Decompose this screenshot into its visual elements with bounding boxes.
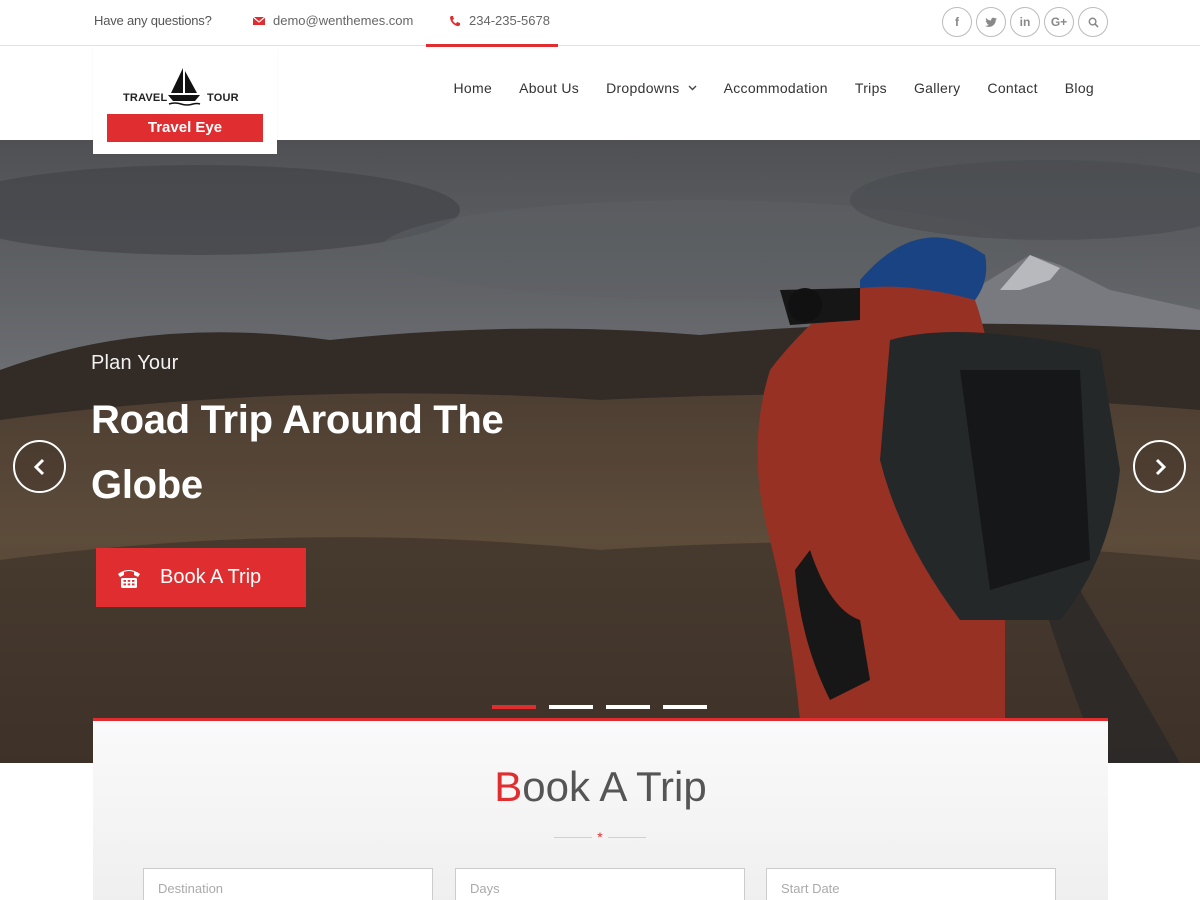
nav-item-trips[interactable]: Trips bbox=[855, 80, 887, 96]
destination-input[interactable] bbox=[143, 868, 433, 900]
site-header: TRAVEL TOUR Travel Eye Home About Us Dro… bbox=[0, 47, 1200, 154]
search-icon[interactable] bbox=[1078, 7, 1108, 37]
chevron-down-icon bbox=[688, 85, 697, 91]
nav-item-home[interactable]: Home bbox=[454, 80, 493, 96]
nav-item-blog[interactable]: Blog bbox=[1065, 80, 1094, 96]
sailboat-icon bbox=[168, 68, 201, 106]
site-logo[interactable]: TRAVEL TOUR Travel Eye bbox=[93, 47, 277, 154]
top-bar: Have any questions? demo@wenthemes.com 2… bbox=[0, 0, 1200, 47]
nav-item-about-us[interactable]: About Us bbox=[519, 80, 579, 96]
envelope-icon bbox=[253, 15, 265, 27]
hero-subtitle: Plan Your bbox=[91, 352, 179, 374]
main-navigation: Home About Us Dropdowns Accommodation Tr… bbox=[454, 80, 1094, 96]
slider-next-button[interactable] bbox=[1133, 440, 1186, 493]
nav-item-gallery[interactable]: Gallery bbox=[914, 80, 960, 96]
slider-dot-4[interactable] bbox=[663, 705, 707, 709]
facebook-icon[interactable]: f bbox=[942, 7, 972, 37]
logo-site-name: Travel Eye bbox=[107, 114, 263, 142]
twitter-icon[interactable] bbox=[976, 7, 1006, 37]
phone-contact[interactable]: 234-235-5678 bbox=[449, 13, 550, 28]
slider-dot-3[interactable] bbox=[606, 705, 650, 709]
linkedin-icon[interactable]: in bbox=[1010, 7, 1040, 37]
hero-title: Road Trip Around The Globe bbox=[91, 398, 504, 507]
slider-prev-button[interactable] bbox=[13, 440, 66, 493]
slider-pagination bbox=[492, 705, 707, 709]
slider-dot-1[interactable] bbox=[492, 705, 536, 709]
phone-number[interactable]: 234-235-5678 bbox=[469, 13, 550, 28]
email-contact[interactable]: demo@wenthemes.com bbox=[253, 13, 413, 28]
logo-word-right: TOUR bbox=[207, 92, 239, 104]
booking-title-first-letter: B bbox=[494, 763, 523, 810]
days-input[interactable] bbox=[455, 868, 745, 900]
start-date-input[interactable] bbox=[766, 868, 1056, 900]
google-plus-icon[interactable]: G+ bbox=[1044, 7, 1074, 37]
book-a-trip-button[interactable]: Book A Trip bbox=[96, 548, 306, 607]
nav-item-contact[interactable]: Contact bbox=[987, 80, 1037, 96]
chevron-left-icon bbox=[33, 458, 44, 475]
logo-word-left: TRAVEL bbox=[123, 92, 168, 104]
contact-question: Have any questions? bbox=[94, 13, 212, 28]
email-address[interactable]: demo@wenthemes.com bbox=[273, 13, 413, 28]
asterisk-icon: * bbox=[597, 829, 603, 845]
booking-form-panel: Book A Trip * bbox=[93, 718, 1108, 900]
booking-title-rest: ook A Trip bbox=[522, 763, 707, 810]
book-a-trip-label: Book A Trip bbox=[160, 566, 262, 588]
nav-item-dropdowns[interactable]: Dropdowns bbox=[606, 80, 697, 96]
telephone-icon bbox=[118, 569, 140, 588]
slider-dot-2[interactable] bbox=[549, 705, 593, 709]
chevron-right-icon bbox=[1155, 458, 1166, 475]
booking-title: Book A Trip bbox=[93, 763, 1108, 811]
social-links: f in G+ bbox=[942, 7, 1108, 37]
nav-item-accommodation[interactable]: Accommodation bbox=[724, 80, 828, 96]
title-divider: * bbox=[554, 829, 646, 845]
hero-slider: Plan Your Road Trip Around The Globe Boo… bbox=[0, 140, 1200, 763]
phone-icon bbox=[449, 15, 461, 27]
